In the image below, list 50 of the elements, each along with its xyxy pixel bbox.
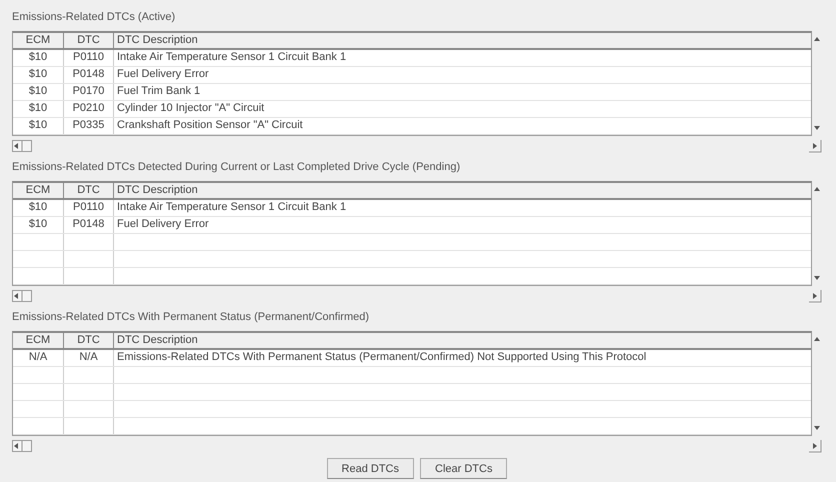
table-cell: $10 — [13, 217, 64, 233]
column-header[interactable]: DTC — [64, 33, 114, 48]
column-header[interactable]: ECM — [13, 333, 64, 348]
scroll-left-icon[interactable] — [12, 290, 32, 302]
column-header[interactable]: ECM — [13, 183, 64, 198]
scroll-up-icon[interactable] — [813, 335, 821, 343]
scroll-down-icon[interactable] — [813, 424, 821, 432]
scroll-right-icon[interactable] — [808, 439, 822, 453]
action-button[interactable]: Clear DTCs — [420, 458, 508, 479]
table-cell-text: Fuel Delivery Error — [116, 217, 210, 232]
table-cell-text: Cylinder 10 Injector "A" Circuit — [116, 101, 266, 116]
action-button[interactable]: Read DTCs — [326, 458, 414, 479]
column-header[interactable]: DTC — [64, 333, 114, 348]
section-title: Emissions-Related DTCs (Active) — [12, 10, 176, 24]
table-cell: $10 — [13, 84, 64, 100]
column-header[interactable]: DTC Description — [114, 33, 811, 48]
column-header[interactable]: DTC — [64, 183, 114, 198]
scroll-left-icon[interactable] — [12, 440, 32, 452]
table-cell: P0110 — [64, 50, 114, 66]
scroll-up-icon[interactable] — [813, 35, 821, 43]
table-cell-text: Fuel Delivery Error — [116, 67, 210, 82]
table-cell: $10 — [13, 118, 64, 134]
table-cell: P0170 — [64, 84, 114, 100]
table-cell: P0148 — [64, 67, 114, 83]
scroll-right-icon[interactable] — [808, 139, 822, 153]
table-cell: $10 — [13, 67, 64, 83]
scroll-right-icon[interactable] — [808, 289, 822, 303]
column-header[interactable]: DTC Description — [114, 333, 811, 348]
table-cell-text: Emissions-Related DTCs With Permanent Status (Permanent/Confirmed) Not Supported Using This Protocol — [116, 350, 648, 365]
scroll-up-icon[interactable] — [813, 185, 821, 193]
table-cell-text: Intake Air Temperature Sensor 1 Circuit Bank 1 — [116, 50, 348, 65]
table-cell: P0335 — [64, 118, 114, 134]
table-cell: $10 — [13, 101, 64, 117]
scroll-down-icon[interactable] — [813, 274, 821, 282]
table-cell: N/A — [64, 350, 114, 366]
column-header[interactable]: ECM — [13, 33, 64, 48]
section-title: Emissions-Related DTCs With Permanent Status (Permanent/Confirmed) — [12, 310, 370, 324]
table-cell: N/A — [13, 350, 64, 366]
table-cell: P0110 — [64, 200, 114, 216]
table-cell: $10 — [13, 50, 64, 66]
table-cell: P0148 — [64, 217, 114, 233]
section-title: Emissions-Related DTCs Detected During Current or Last Completed Drive Cycle (Pending) — [12, 160, 462, 174]
scroll-down-icon[interactable] — [813, 124, 821, 132]
table-cell-text: Crankshaft Position Sensor "A" Circuit — [116, 118, 304, 133]
table-cell-text: Fuel Trim Bank 1 — [116, 84, 202, 99]
scroll-left-icon[interactable] — [12, 140, 32, 152]
table-cell: P0210 — [64, 101, 114, 117]
table-cell-text: Intake Air Temperature Sensor 1 Circuit Bank 1 — [116, 200, 348, 215]
column-header[interactable]: DTC Description — [114, 183, 811, 198]
table-cell: $10 — [13, 200, 64, 216]
